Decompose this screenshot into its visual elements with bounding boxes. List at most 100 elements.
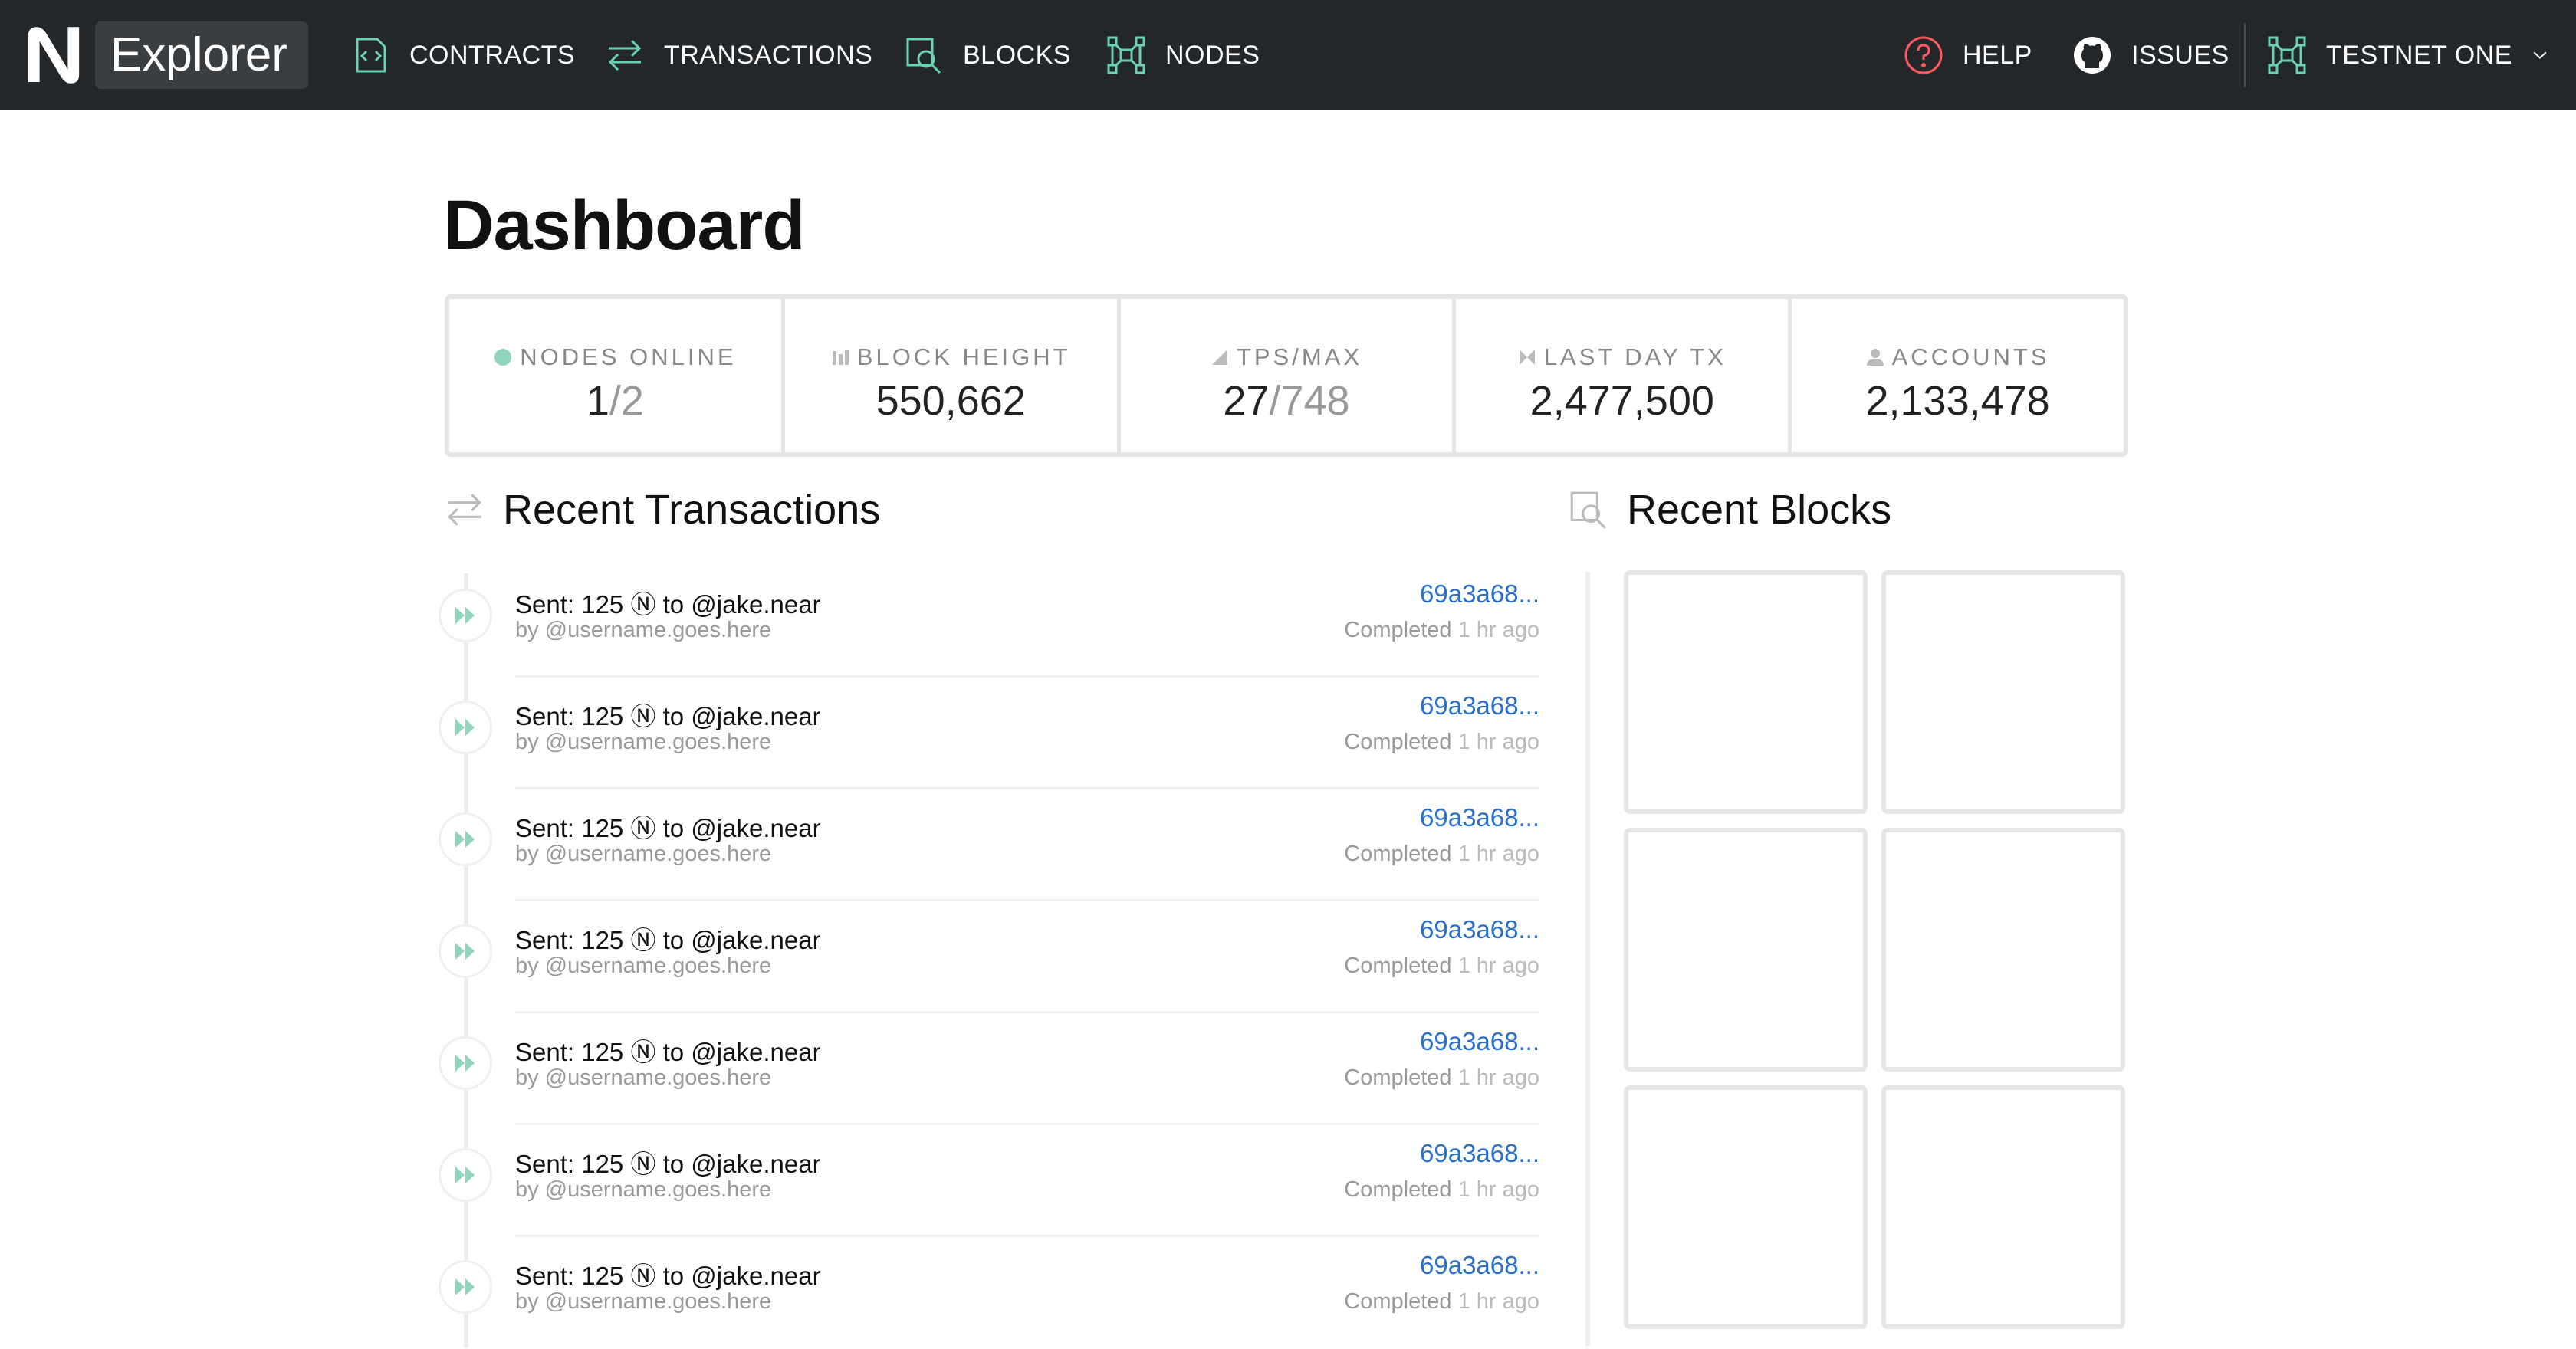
transaction-status-dot xyxy=(439,589,492,642)
help-circle-icon xyxy=(1904,36,1943,74)
transaction-row[interactable]: Sent: 125 Ⓝ to @jake.near by @username.g… xyxy=(439,566,1539,678)
block-card[interactable] xyxy=(1881,570,2125,814)
bar-chart-icon xyxy=(832,350,849,365)
transaction-sender: by @username.goes.here xyxy=(515,953,772,978)
fast-forward-icon xyxy=(455,831,475,848)
transaction-time: 1 hr ago xyxy=(1457,1177,1539,1202)
transaction-sender: by @username.goes.here xyxy=(515,1065,772,1090)
stat-suffix: /2 xyxy=(609,378,644,424)
fast-forward-icon xyxy=(455,719,475,736)
transaction-time: 1 hr ago xyxy=(1457,953,1539,978)
transaction-row[interactable]: Sent: 125 Ⓝ to @jake.near by @username.g… xyxy=(439,1125,1539,1237)
transaction-hash-link[interactable]: 69a3a68... xyxy=(1420,915,1539,944)
transaction-status-dot xyxy=(439,924,492,978)
nav-divider xyxy=(2244,23,2246,87)
arrows-exchange-icon xyxy=(608,39,642,71)
transaction-title: Sent: 125 Ⓝ to @jake.near xyxy=(515,1150,821,1178)
block-card[interactable] xyxy=(1624,828,1868,1072)
transaction-status-dot xyxy=(439,1036,492,1090)
transaction-time: 1 hr ago xyxy=(1457,1065,1539,1090)
transaction-status-dot xyxy=(439,701,492,754)
transaction-status-dot xyxy=(439,1148,492,1202)
transaction-status-dot xyxy=(439,1260,492,1314)
transaction-status-text: Completed xyxy=(1344,1177,1452,1202)
github-icon xyxy=(2074,37,2111,74)
transaction-hash-link[interactable]: 69a3a68... xyxy=(1420,1139,1539,1168)
brand-badge[interactable]: Explorer xyxy=(95,21,308,89)
transaction-title: Sent: 125 Ⓝ to @jake.near xyxy=(515,814,821,842)
transaction-title: Sent: 125 Ⓝ to @jake.near xyxy=(515,926,821,954)
near-logo-icon[interactable] xyxy=(18,20,89,90)
stat-label: LAST DAY TX xyxy=(1543,343,1727,370)
nodes-network-icon xyxy=(1107,36,1145,74)
stat-value: 1 xyxy=(586,378,610,424)
stat-label: BLOCK HEIGHT xyxy=(856,343,1071,370)
transaction-title: Sent: 125 Ⓝ to @jake.near xyxy=(515,1038,821,1066)
block-card[interactable] xyxy=(1624,1085,1868,1329)
transaction-status-text: Completed xyxy=(1344,730,1452,754)
stat-last-day-tx: LAST DAY TX 2,477,500 xyxy=(1456,299,1792,452)
stat-accounts: ACCOUNTS 2,133,478 xyxy=(1792,299,2124,452)
transaction-status: Completed 1 hr ago xyxy=(1344,842,1539,867)
transaction-hash-link[interactable]: 69a3a68... xyxy=(1420,1027,1539,1056)
transaction-sender: by @username.goes.here xyxy=(515,1177,772,1202)
transaction-sender: by @username.goes.here xyxy=(515,618,772,642)
block-search-icon xyxy=(1570,491,1606,529)
nav-nodes[interactable]: NODES xyxy=(1106,34,1260,77)
code-bracket-icon xyxy=(356,38,386,73)
block-card[interactable] xyxy=(1881,828,2125,1072)
transaction-time: 1 hr ago xyxy=(1457,730,1539,754)
transaction-sender: by @username.goes.here xyxy=(515,842,772,866)
fast-forward-icon xyxy=(455,1278,475,1295)
transaction-status-text: Completed xyxy=(1344,842,1452,866)
transaction-status: Completed 1 hr ago xyxy=(1344,1289,1539,1315)
fast-forward-icon xyxy=(455,1055,475,1072)
transaction-status: Completed 1 hr ago xyxy=(1344,1065,1539,1091)
transaction-status-dot xyxy=(439,812,492,866)
transaction-status: Completed 1 hr ago xyxy=(1344,730,1539,755)
stat-label: TPS/MAX xyxy=(1236,343,1363,370)
transaction-row[interactable]: Sent: 125 Ⓝ to @jake.near by @username.g… xyxy=(439,678,1539,789)
user-icon xyxy=(1866,349,1884,366)
transaction-status: Completed 1 hr ago xyxy=(1344,953,1539,979)
fast-forward-icon xyxy=(455,607,475,624)
nav-transactions-label: TRANSACTIONS xyxy=(664,40,873,70)
transaction-row[interactable]: Sent: 125 Ⓝ to @jake.near by @username.g… xyxy=(439,1013,1539,1125)
transaction-hash-link[interactable]: 69a3a68... xyxy=(1420,1251,1539,1280)
transaction-title: Sent: 125 Ⓝ to @jake.near xyxy=(515,702,821,730)
network-selector[interactable]: TESTNET ONE xyxy=(2266,34,2551,77)
transaction-title: Sent: 125 Ⓝ to @jake.near xyxy=(515,590,821,619)
transaction-status: Completed 1 hr ago xyxy=(1344,618,1539,643)
transaction-time: 1 hr ago xyxy=(1457,1289,1539,1314)
stats-panel: NODES ONLINE 1/2 BLOCK HEIGHT 550,662 TP… xyxy=(445,294,2128,457)
transaction-status-text: Completed xyxy=(1344,618,1452,642)
nav-transactions[interactable]: TRANSACTIONS xyxy=(604,34,872,77)
fast-forward-icon xyxy=(455,1167,475,1183)
transaction-time: 1 hr ago xyxy=(1457,618,1539,642)
transaction-hash-link[interactable]: 69a3a68... xyxy=(1420,579,1539,609)
nav-help[interactable]: HELP xyxy=(1903,34,2032,77)
stat-value: 27 xyxy=(1223,378,1270,424)
nav-issues-label: ISSUES xyxy=(2131,40,2229,70)
transaction-row[interactable]: Sent: 125 Ⓝ to @jake.near by @username.g… xyxy=(439,901,1539,1013)
nav-issues[interactable]: ISSUES xyxy=(2072,34,2229,77)
transaction-row[interactable]: Sent: 125 Ⓝ to @jake.near by @username.g… xyxy=(439,789,1539,901)
chevron-down-icon xyxy=(2533,51,2547,60)
blocks-timeline-line xyxy=(1585,572,1590,1346)
nav-nodes-label: NODES xyxy=(1165,40,1260,70)
transaction-hash-link[interactable]: 69a3a68... xyxy=(1420,803,1539,832)
transactions-list: Sent: 125 Ⓝ to @jake.near by @username.g… xyxy=(439,566,1539,1349)
fast-forward-icon xyxy=(455,943,475,960)
block-card[interactable] xyxy=(1624,570,1868,814)
status-dot-icon xyxy=(495,349,512,366)
recent-blocks-header: Recent Blocks xyxy=(1567,486,1891,533)
nav-contracts-label: CONTRACTS xyxy=(409,40,576,70)
nav-contracts[interactable]: CONTRACTS xyxy=(350,34,575,77)
nav-blocks[interactable]: BLOCKS xyxy=(903,34,1071,77)
page-title: Dashboard xyxy=(443,186,806,264)
block-card[interactable] xyxy=(1881,1085,2125,1329)
transaction-hash-link[interactable]: 69a3a68... xyxy=(1420,691,1539,720)
transaction-row[interactable]: Sent: 125 Ⓝ to @jake.near by @username.g… xyxy=(439,1237,1539,1349)
stat-suffix: /748 xyxy=(1269,378,1350,424)
block-search-icon xyxy=(906,38,941,74)
